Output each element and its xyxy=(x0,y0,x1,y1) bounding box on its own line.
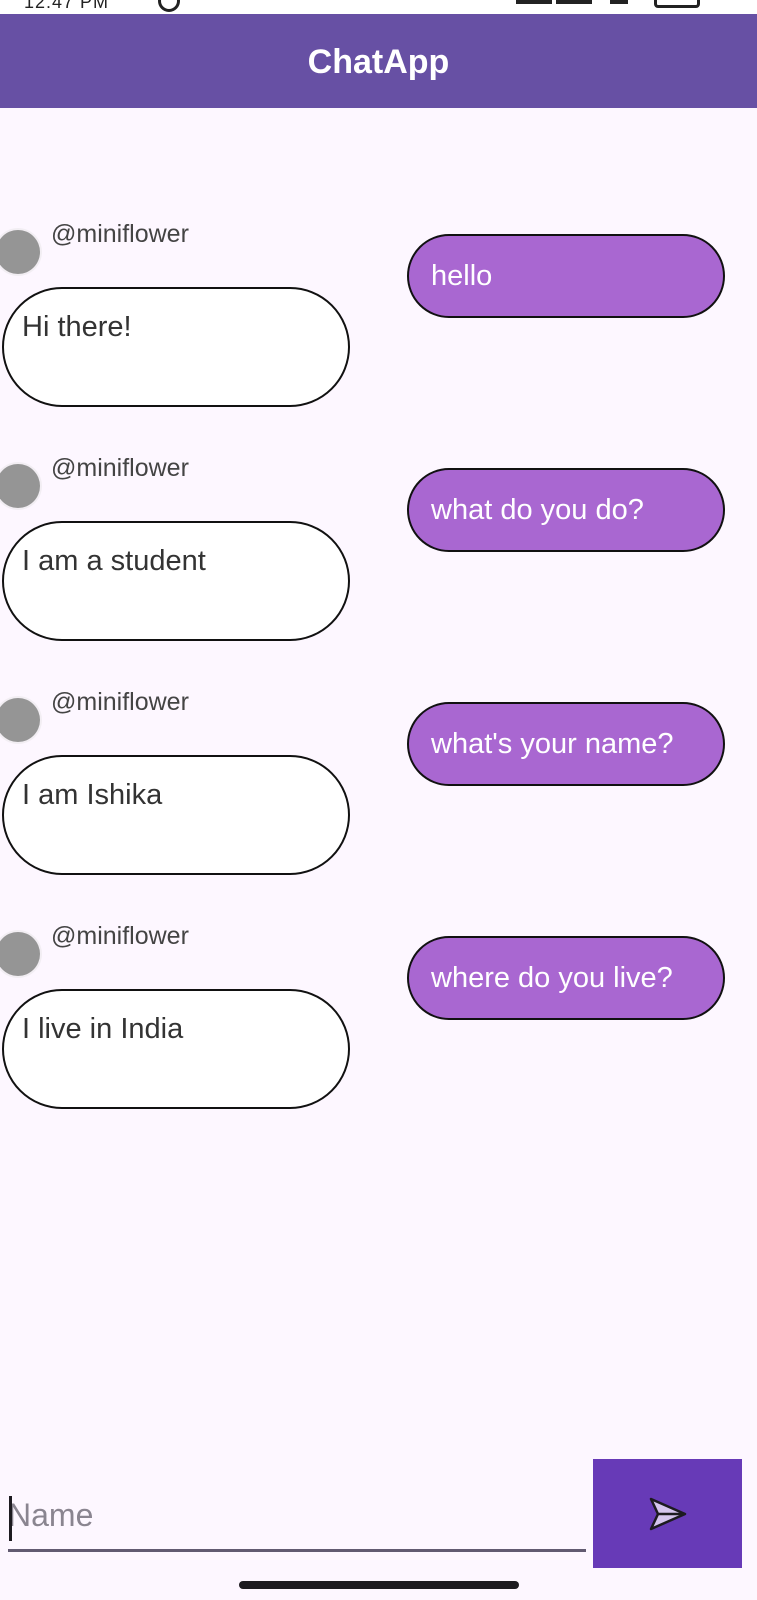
incoming-message-bubble[interactable]: I live in India xyxy=(2,989,350,1109)
send-icon xyxy=(649,1497,686,1530)
incoming-message-bubble[interactable]: Hi there! xyxy=(2,287,350,407)
incoming-message-text: I am Ishika xyxy=(22,779,163,811)
send-button[interactable] xyxy=(593,1459,742,1568)
message-group: @miniflower I am a student what do you d… xyxy=(0,454,757,644)
outgoing-message-text: where do you live? xyxy=(431,962,673,994)
message-group: @miniflower Hi there! hello xyxy=(0,220,757,410)
incoming-message-bubble[interactable]: I am Ishika xyxy=(2,755,350,875)
message-group: @miniflower I am Ishika what's your name… xyxy=(0,688,757,878)
sender-username: @miniflower xyxy=(51,922,189,950)
avatar[interactable] xyxy=(0,932,40,976)
incoming-message-text: I live in India xyxy=(22,1013,184,1045)
status-bar: 12:47 PM xyxy=(0,0,757,14)
signal-icon-2 xyxy=(556,0,592,4)
app-title: ChatApp xyxy=(307,42,450,81)
gesture-nav-handle[interactable] xyxy=(239,1581,519,1589)
message-input[interactable] xyxy=(8,1478,586,1552)
sender-username: @miniflower xyxy=(51,454,189,482)
message-group: @miniflower I live in India where do you… xyxy=(0,922,757,1112)
status-notification-icon xyxy=(158,0,180,12)
text-cursor xyxy=(9,1496,12,1541)
outgoing-message-text: what's your name? xyxy=(431,728,674,760)
outgoing-message-bubble[interactable]: where do you live? xyxy=(407,936,725,1020)
signal-icon xyxy=(516,0,552,4)
avatar[interactable] xyxy=(0,230,40,274)
data-icon xyxy=(610,0,628,4)
incoming-message-bubble[interactable]: I am a student xyxy=(2,521,350,641)
app-bar: ChatApp xyxy=(0,14,757,108)
incoming-message-text: Hi there! xyxy=(22,311,132,343)
sender-username: @miniflower xyxy=(51,688,189,716)
sender-username: @miniflower xyxy=(51,220,189,248)
outgoing-message-bubble[interactable]: hello xyxy=(407,234,725,318)
avatar[interactable] xyxy=(0,698,40,742)
avatar[interactable] xyxy=(0,464,40,508)
outgoing-message-bubble[interactable]: what's your name? xyxy=(407,702,725,786)
status-time: 12:47 PM xyxy=(24,0,110,12)
message-input-wrapper xyxy=(8,1478,586,1555)
outgoing-message-text: what do you do? xyxy=(431,494,644,526)
battery-icon xyxy=(654,0,700,8)
outgoing-message-text: hello xyxy=(431,260,493,292)
outgoing-message-bubble[interactable]: what do you do? xyxy=(407,468,725,552)
incoming-message-text: I am a student xyxy=(22,545,206,577)
